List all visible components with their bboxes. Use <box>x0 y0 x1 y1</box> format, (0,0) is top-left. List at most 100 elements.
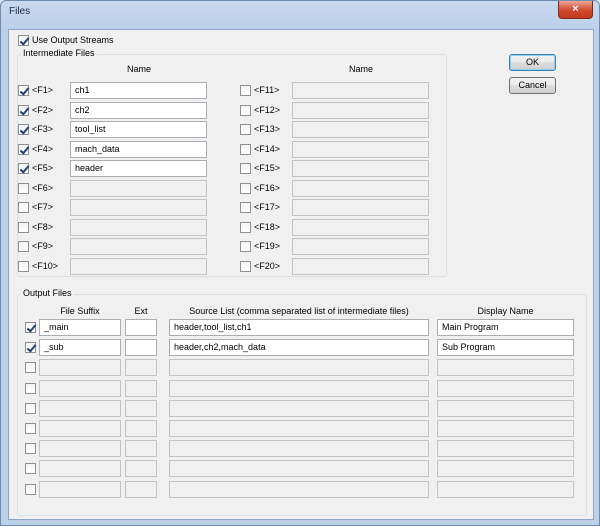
output-checkbox[interactable] <box>25 463 36 475</box>
display-name-field[interactable]: Main Program <box>437 319 574 336</box>
intermediate-name-field[interactable]: ch2 <box>70 101 207 119</box>
display-name-field[interactable] <box>437 460 574 478</box>
intermediate-checkbox[interactable] <box>18 182 29 194</box>
ok-button[interactable]: OK <box>509 54 556 71</box>
intermediate-checkbox[interactable] <box>240 182 251 194</box>
intermediate-checkbox[interactable] <box>18 260 29 272</box>
file-suffix-field[interactable] <box>39 480 121 498</box>
output-checkbox[interactable] <box>25 362 36 374</box>
ext-field[interactable] <box>125 379 157 397</box>
file-suffix-field[interactable] <box>39 399 121 417</box>
intermediate-checkbox[interactable] <box>18 241 29 252</box>
output-files-title: Output Files <box>21 288 74 298</box>
dialog-client-area: Use Output Streams Intermediate Files Na… <box>8 29 594 520</box>
intermediate-checkbox[interactable] <box>240 85 251 96</box>
output-checkbox[interactable] <box>25 342 36 354</box>
display-name-field[interactable] <box>437 480 574 498</box>
display-name-field[interactable]: Sub Program <box>437 339 574 357</box>
ext-field[interactable] <box>125 339 157 357</box>
display-name-field[interactable] <box>437 379 574 397</box>
intermediate-checkbox[interactable] <box>240 163 251 174</box>
intermediate-checkbox[interactable] <box>18 85 29 96</box>
intermediate-name-field[interactable] <box>70 179 207 197</box>
ext-field[interactable] <box>125 440 157 458</box>
use-output-streams-checkbox[interactable] <box>18 35 29 46</box>
intermediate-label: <F8> <box>32 221 54 232</box>
ext-field[interactable] <box>125 420 157 437</box>
output-checkbox[interactable] <box>25 423 36 434</box>
intermediate-name-field[interactable] <box>292 238 429 255</box>
intermediate-name-field[interactable] <box>70 199 207 216</box>
intermediate-label: <F11> <box>254 85 280 95</box>
source-list-field[interactable] <box>169 359 429 377</box>
display-name-field[interactable] <box>437 359 574 377</box>
close-button[interactable]: × <box>558 1 593 19</box>
intermediate-checkbox[interactable] <box>240 104 251 116</box>
use-output-streams-label: Use Output Streams <box>32 35 114 45</box>
intermediate-label: <F2> <box>32 104 54 115</box>
intermediate-label: <F15> <box>254 163 281 173</box>
intermediate-name-field[interactable] <box>292 82 429 99</box>
ext-field[interactable] <box>125 399 157 417</box>
intermediate-name-field[interactable] <box>70 218 207 236</box>
source-list-field[interactable] <box>169 399 429 417</box>
source-list-field[interactable]: header,tool_list,ch1 <box>169 319 429 336</box>
intermediate-checkbox[interactable] <box>240 221 251 233</box>
ext-field[interactable] <box>125 359 157 377</box>
source-list-field[interactable] <box>169 480 429 498</box>
intermediate-checkbox[interactable] <box>240 260 251 272</box>
intermediate-name-field[interactable]: ch1 <box>70 82 207 99</box>
intermediate-checkbox[interactable] <box>18 104 29 116</box>
source-list-field[interactable] <box>169 440 429 458</box>
intermediate-checkbox[interactable] <box>18 221 29 233</box>
file-suffix-field[interactable] <box>39 379 121 397</box>
intermediate-name-field[interactable] <box>70 257 207 275</box>
output-checkbox[interactable] <box>25 483 36 495</box>
intermediate-label: <F17> <box>254 202 281 212</box>
intermediate-checkbox[interactable] <box>18 202 29 213</box>
intermediate-checkbox[interactable] <box>240 202 251 213</box>
intermediate-checkbox[interactable] <box>240 241 251 252</box>
file-suffix-field[interactable] <box>39 440 121 458</box>
source-list-field[interactable]: header,ch2,mach_data <box>169 339 429 357</box>
intermediate-name-field[interactable] <box>292 199 429 216</box>
display-name-field[interactable] <box>437 399 574 417</box>
intermediate-name-field[interactable]: tool_list <box>70 121 207 138</box>
intermediate-name-field[interactable] <box>292 179 429 197</box>
intermediate-checkbox[interactable] <box>240 143 251 155</box>
source-list-field[interactable] <box>169 379 429 397</box>
source-list-field[interactable] <box>169 420 429 437</box>
display-name-field[interactable] <box>437 420 574 437</box>
display-name-field[interactable] <box>437 440 574 458</box>
intermediate-name-field[interactable] <box>292 218 429 236</box>
output-checkbox[interactable] <box>25 322 36 333</box>
file-suffix-field[interactable] <box>39 420 121 437</box>
intermediate-name-field[interactable] <box>292 121 429 138</box>
intermediate-files-title: Intermediate Files <box>21 48 97 58</box>
ext-field[interactable] <box>125 319 157 336</box>
intermediate-label: <F14> <box>254 143 281 154</box>
intermediate-name-field[interactable] <box>292 160 429 177</box>
source-list-field[interactable] <box>169 460 429 478</box>
output-checkbox[interactable] <box>25 443 36 455</box>
intermediate-checkbox[interactable] <box>18 124 29 135</box>
ext-field[interactable] <box>125 460 157 478</box>
intermediate-checkbox[interactable] <box>18 163 29 174</box>
ext-field[interactable] <box>125 480 157 498</box>
file-suffix-field[interactable] <box>39 460 121 478</box>
intermediate-name-field[interactable]: mach_data <box>70 140 207 158</box>
intermediate-name-field[interactable] <box>70 238 207 255</box>
intermediate-name-field[interactable] <box>292 140 429 158</box>
file-suffix-field[interactable] <box>39 359 121 377</box>
output-checkbox[interactable] <box>25 382 36 394</box>
cancel-button[interactable]: Cancel <box>509 77 556 94</box>
intermediate-checkbox[interactable] <box>18 143 29 155</box>
intermediate-name-field[interactable] <box>292 101 429 119</box>
output-checkbox[interactable] <box>25 402 36 414</box>
intermediate-name-field[interactable] <box>292 257 429 275</box>
intermediate-label: <F3> <box>32 124 54 134</box>
file-suffix-field[interactable]: _main <box>39 319 121 336</box>
intermediate-name-field[interactable]: header <box>70 160 207 177</box>
intermediate-checkbox[interactable] <box>240 124 251 135</box>
file-suffix-field[interactable]: _sub <box>39 339 121 357</box>
